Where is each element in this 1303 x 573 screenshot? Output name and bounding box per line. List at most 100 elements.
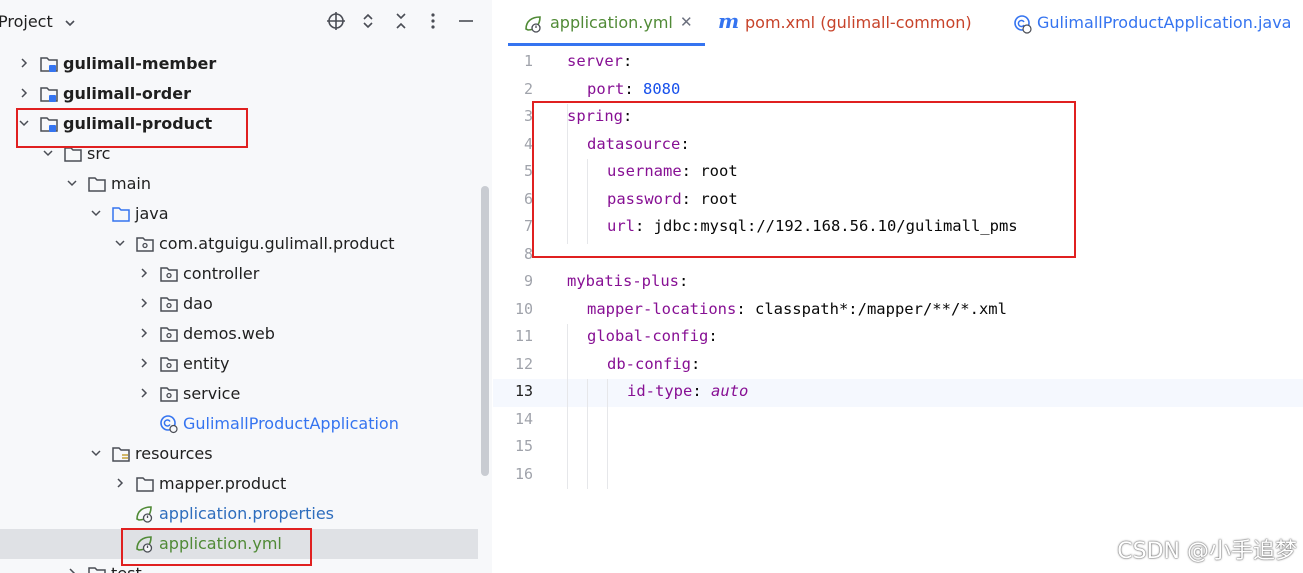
chevron-right-icon[interactable]: [137, 296, 151, 310]
tree-node-demos-web[interactable]: demos.web: [0, 319, 478, 349]
chevron-right-icon[interactable]: [65, 566, 79, 573]
watermark: CSDN @小手追梦: [1117, 539, 1297, 564]
folder-icon: [88, 177, 106, 192]
tree-node-label: resources: [135, 444, 213, 463]
tree-node-entity[interactable]: entity: [0, 349, 478, 379]
yaml-key: port: [587, 79, 625, 98]
highlight-box-datasource: [532, 101, 1076, 258]
tree-node-application-properties[interactable]: application.properties: [0, 499, 478, 529]
chevron-down-icon[interactable]: [113, 236, 127, 250]
package-icon: [160, 267, 178, 282]
line-number: 6: [523, 189, 533, 208]
line-number: 13: [514, 382, 533, 400]
tree-node-label: gulimall-order: [63, 84, 191, 103]
code-line: global-config:: [587, 327, 718, 345]
chevron-down-icon[interactable]: [89, 446, 103, 460]
line-number: 14: [514, 409, 533, 428]
tab-pom-xml[interactable]: m pom.xml (gulimall-common): [715, 0, 975, 46]
line-number: 9: [523, 272, 533, 290]
yaml-key: mapper-locations: [587, 299, 737, 318]
tree-node-resources[interactable]: resources: [0, 439, 478, 469]
package-icon: [160, 387, 178, 402]
folder-module-icon: [40, 87, 58, 102]
project-header: Project: [0, 0, 492, 46]
expand-collapse-icon[interactable]: [357, 11, 379, 33]
tree-node-gulimallproductapplication[interactable]: GulimallProductApplication: [0, 409, 478, 439]
package-icon: [136, 237, 154, 252]
tree-node-gulimall-member[interactable]: gulimall-member: [0, 49, 478, 79]
yaml-separator: :: [736, 299, 755, 318]
yaml-key: global-config: [587, 327, 709, 345]
spring-config-icon: [136, 506, 153, 523]
tree-node-main[interactable]: main: [0, 169, 478, 199]
tree-scrollbar[interactable]: [481, 186, 489, 476]
chevron-down-icon[interactable]: [89, 206, 103, 220]
tree-node-gulimall-order[interactable]: gulimall-order: [0, 79, 478, 109]
spring-class-icon: [1014, 15, 1032, 34]
line-number: 3: [523, 107, 533, 125]
tab-label: application.yml: [550, 13, 673, 32]
line-number: 15: [514, 437, 533, 455]
yaml-key: id-type: [627, 382, 693, 400]
collapse-all-icon[interactable]: [390, 11, 412, 33]
yaml-separator: :: [691, 354, 701, 373]
tab-label: pom.xml (gulimall-common): [745, 13, 972, 32]
line-number: 11: [514, 327, 533, 345]
line-number: 1: [523, 52, 533, 70]
tab-application-yml[interactable]: application.yml ✕: [508, 0, 708, 46]
project-tool-window: Project gulimall-member gulimall-order gul…: [0, 0, 492, 573]
spring-config-icon: [525, 16, 541, 33]
tree-node-label: dao: [183, 294, 213, 313]
spring-class-icon: [160, 415, 178, 434]
chevron-down-icon: [65, 19, 75, 26]
tree-node-label: entity: [183, 354, 230, 373]
line-number: 16: [514, 464, 533, 483]
line-number: 8: [523, 244, 533, 263]
source-folder-icon: [112, 207, 130, 222]
chevron-right-icon[interactable]: [137, 386, 151, 400]
tree-node-java[interactable]: java: [0, 199, 478, 229]
indent-guide: [567, 324, 568, 489]
project-title-label: Project: [0, 12, 53, 31]
chevron-right-icon[interactable]: [137, 326, 151, 340]
code-line: mapper-locations: classpath*:/mapper/**/…: [587, 300, 1007, 318]
tree-node-label: controller: [183, 264, 260, 283]
close-icon[interactable]: ✕: [680, 13, 693, 31]
chevron-down-icon[interactable]: [65, 176, 79, 190]
current-line-highlight: [493, 379, 1303, 407]
minimize-icon[interactable]: [455, 11, 477, 33]
line-number: 5: [523, 162, 533, 180]
yaml-key: db-config: [607, 354, 691, 373]
chevron-right-icon[interactable]: [137, 266, 151, 280]
yaml-separator: :: [708, 327, 718, 345]
more-icon[interactable]: [422, 11, 444, 33]
resources-folder-icon: [112, 447, 130, 462]
tab-gulimall-product-application[interactable]: GulimallProductApplication.java: [1011, 0, 1301, 46]
tree-node-label: GulimallProductApplication: [183, 414, 399, 433]
chevron-right-icon[interactable]: [113, 476, 127, 490]
tree-node-mapper-product[interactable]: mapper.product: [0, 469, 478, 499]
project-view-selector[interactable]: Project: [0, 12, 76, 31]
active-tab-indicator: [508, 43, 705, 46]
line-number: 12: [514, 354, 533, 373]
chevron-right-icon[interactable]: [17, 86, 31, 100]
tree-node-dao[interactable]: dao: [0, 289, 478, 319]
tree-node-label: java: [135, 204, 169, 223]
tree-node-service[interactable]: service: [0, 379, 478, 409]
chevron-right-icon[interactable]: [17, 56, 31, 70]
yaml-value: auto: [711, 382, 749, 400]
yaml-key: server: [567, 52, 623, 70]
editor: application.yml ✕ m pom.xml (gulimall-co…: [493, 0, 1303, 573]
indent-guide: [607, 379, 608, 489]
crosshair-icon[interactable]: [325, 11, 347, 33]
line-number: 7: [523, 217, 533, 235]
yaml-value: classpath*:/mapper/**/*.xml: [754, 299, 1007, 318]
yaml-separator: :: [623, 52, 633, 70]
chevron-right-icon[interactable]: [137, 356, 151, 370]
package-icon: [160, 327, 178, 342]
tab-label: GulimallProductApplication.java: [1037, 13, 1292, 32]
tree-node-com-atguigu-gulimall-product[interactable]: com.atguigu.gulimall.product: [0, 229, 478, 259]
chevron-down-icon[interactable]: [41, 146, 55, 160]
code-line: server:: [567, 52, 632, 70]
tree-node-controller[interactable]: controller: [0, 259, 478, 289]
